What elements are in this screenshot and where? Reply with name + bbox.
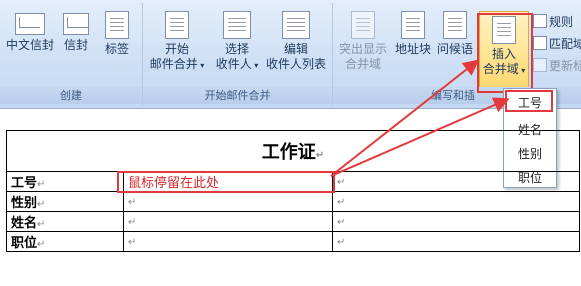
arrow-to-dropdown-item xyxy=(330,97,510,177)
annotation-arrows xyxy=(330,59,510,177)
arrow-to-insert-button xyxy=(330,59,480,177)
